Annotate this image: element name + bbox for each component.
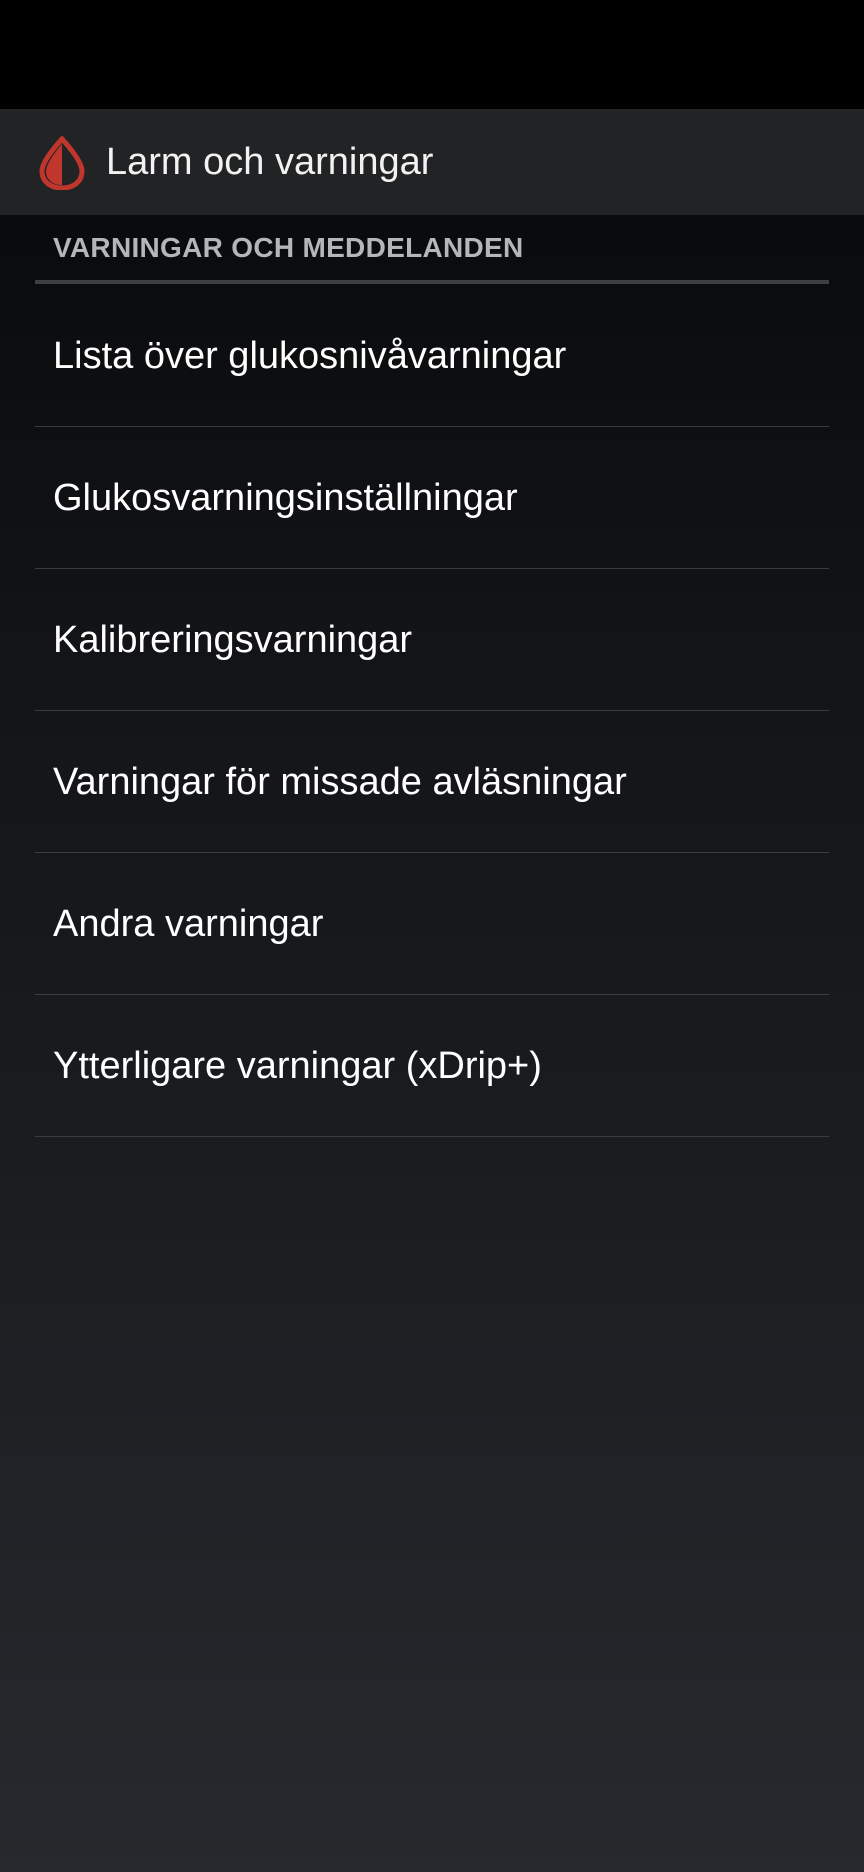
menu-item-label: Andra varningar xyxy=(53,903,324,945)
menu-list: Lista över glukosnivåvarningar Glukosvar… xyxy=(0,285,864,1137)
menu-item-missed-reading-alerts[interactable]: Varningar för missade avläsningar xyxy=(0,711,864,853)
menu-item-label: Ytterligare varningar (xDrip+) xyxy=(53,1045,542,1087)
blood-drop-icon xyxy=(39,136,85,190)
menu-item-label: Glukosvarningsinställningar xyxy=(53,477,518,519)
divider xyxy=(35,1136,829,1137)
menu-item-label: Varningar för missade avläsningar xyxy=(53,761,627,803)
menu-item-glucose-alerts-list[interactable]: Lista över glukosnivåvarningar xyxy=(0,285,864,427)
status-bar xyxy=(0,0,864,109)
menu-item-label: Kalibreringsvarningar xyxy=(53,619,413,661)
menu-item-label: Lista över glukosnivåvarningar xyxy=(53,335,567,377)
menu-item-calibration-alerts[interactable]: Kalibreringsvarningar xyxy=(0,569,864,711)
menu-item-other-alerts[interactable]: Andra varningar xyxy=(0,853,864,995)
section-header: VARNINGAR OCH MEDDELANDEN xyxy=(53,232,524,263)
app-bar: Larm och varningar xyxy=(0,109,864,215)
section-divider xyxy=(35,280,829,284)
menu-item-glucose-alert-settings[interactable]: Glukosvarningsinställningar xyxy=(0,427,864,569)
page-title: Larm och varningar xyxy=(106,141,434,183)
menu-item-extra-alerts-xdrip[interactable]: Ytterligare varningar (xDrip+) xyxy=(0,995,864,1137)
